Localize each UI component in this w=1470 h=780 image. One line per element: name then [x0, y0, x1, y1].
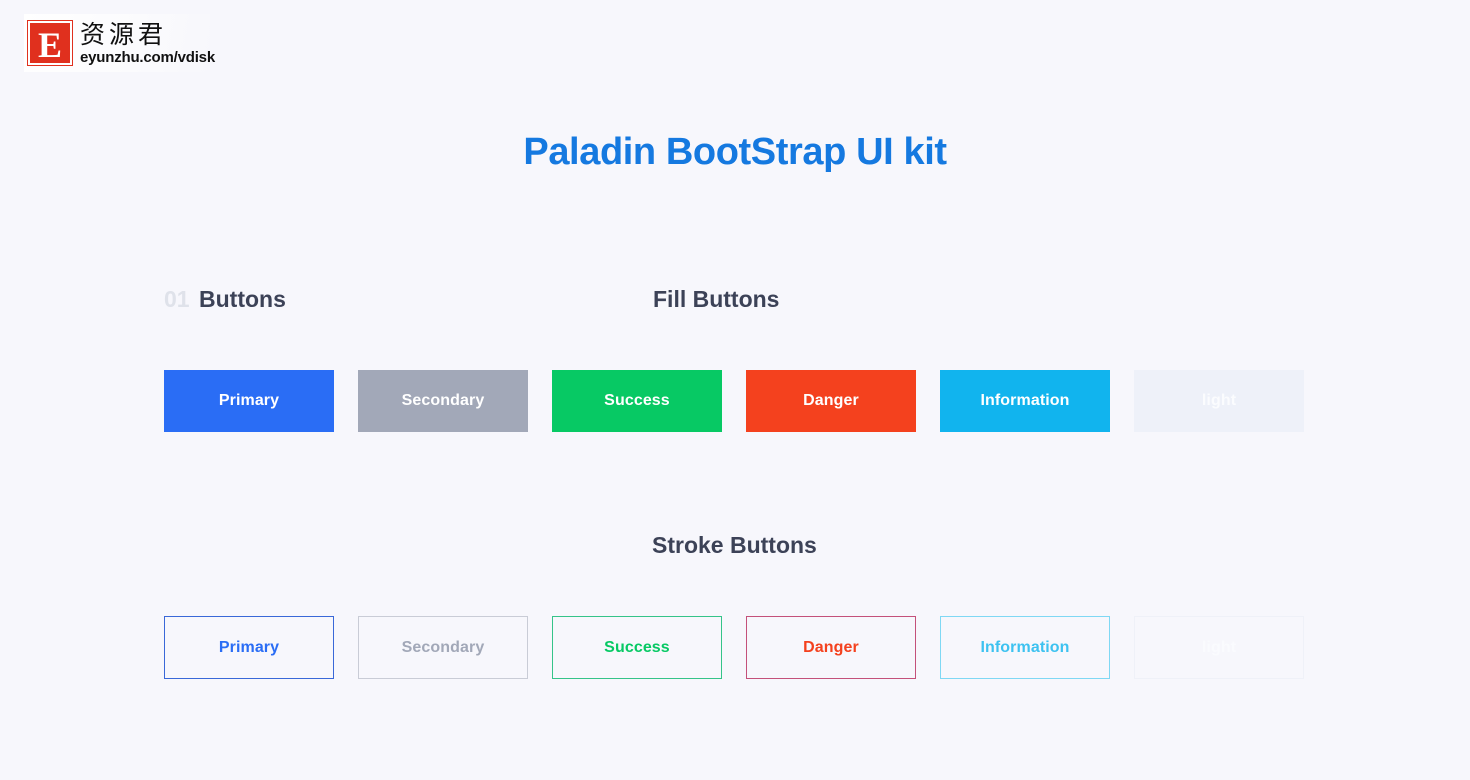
stroke-buttons-row: Primary Secondary Success Danger Informa…	[164, 616, 1304, 679]
stroke-button-success[interactable]: Success	[552, 616, 722, 679]
watermark-badge-icon: E	[27, 20, 73, 66]
fill-button-information[interactable]: Information	[940, 370, 1110, 432]
watermark-brand-cn: 资源君	[80, 19, 168, 49]
page-title: Paladin BootStrap UI kit	[523, 131, 947, 173]
stroke-button-secondary[interactable]: Secondary	[358, 616, 528, 679]
fill-button-secondary[interactable]: Secondary	[358, 370, 528, 432]
site-watermark: E 资源君 eyunzhu.com/vdisk	[24, 14, 215, 72]
fill-buttons-heading: Fill Buttons	[653, 286, 780, 312]
watermark-url: eyunzhu.com/vdisk	[80, 48, 215, 66]
stroke-button-primary[interactable]: Primary	[164, 616, 334, 679]
stroke-button-light[interactable]: light	[1134, 616, 1304, 679]
watermark-text: 资源君 eyunzhu.com/vdisk	[80, 22, 215, 65]
fill-button-primary[interactable]: Primary	[164, 370, 334, 432]
fill-button-danger[interactable]: Danger	[746, 370, 916, 432]
stroke-button-information[interactable]: Information	[940, 616, 1110, 679]
fill-buttons-row: Primary Secondary Success Danger Informa…	[164, 370, 1304, 432]
section-number: 01	[164, 286, 190, 312]
fill-button-success[interactable]: Success	[552, 370, 722, 432]
section-heading-row: 01 Buttons Fill Buttons	[0, 282, 1470, 316]
fill-button-light[interactable]: light	[1134, 370, 1304, 432]
section-title: Buttons	[199, 286, 286, 312]
stroke-button-danger[interactable]: Danger	[746, 616, 916, 679]
stroke-buttons-heading: Stroke Buttons	[652, 532, 817, 558]
